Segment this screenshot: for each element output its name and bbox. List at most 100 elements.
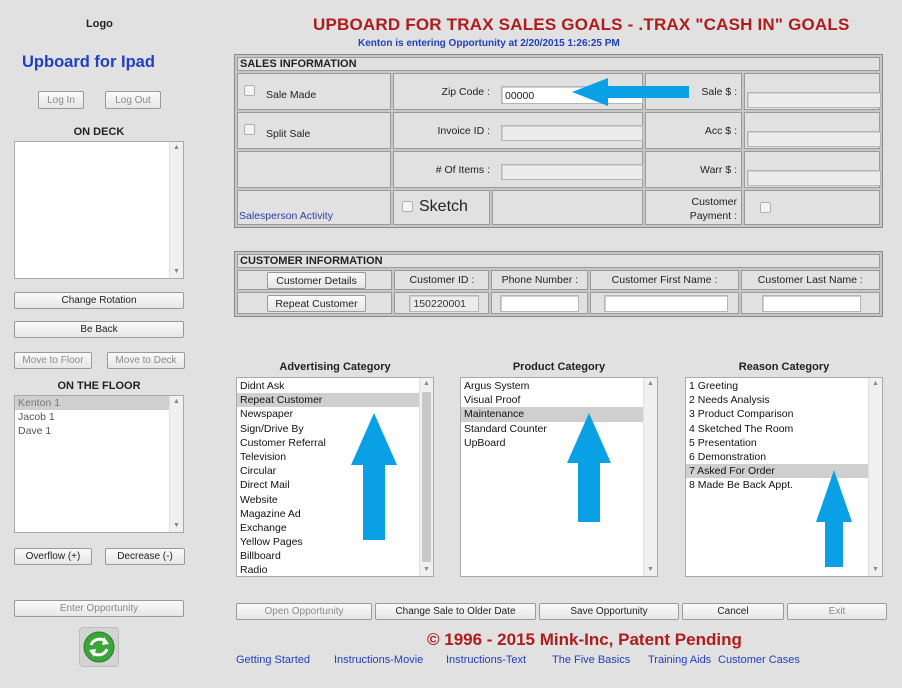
scroll-up-icon[interactable]: ▲ [869, 378, 882, 390]
change-date-button[interactable]: Change Sale to Older Date [375, 603, 536, 620]
warr-amount-cell [744, 151, 881, 188]
list-item[interactable]: 1 Greeting [686, 379, 868, 393]
scroll-up-icon[interactable]: ▲ [170, 396, 183, 408]
scroll-down-icon[interactable]: ▼ [644, 564, 657, 576]
customer-payment-label: Payment : [689, 210, 737, 222]
list-item[interactable]: 2 Needs Analysis [686, 393, 868, 407]
sale-made-checkbox[interactable] [244, 85, 255, 96]
customer-section-title: CUSTOMER INFORMATION [237, 254, 880, 268]
list-item[interactable]: Dave 1 [15, 424, 183, 438]
scroll-up-icon[interactable]: ▲ [644, 378, 657, 390]
sale-amount-input[interactable] [747, 92, 881, 108]
move-to-deck-button[interactable]: Move to Deck [107, 352, 185, 369]
decrease-button[interactable]: Decrease (-) [105, 548, 185, 565]
acc-amount-input[interactable] [747, 131, 881, 147]
on-floor-list[interactable]: Kenton 1 Jacob 1 Dave 1 ▲ ▼ [14, 395, 184, 533]
customer-details-cell: Customer Details [237, 270, 393, 290]
list-item[interactable]: UpBoard [461, 436, 643, 450]
move-to-floor-button[interactable]: Move to Floor [14, 352, 92, 369]
phone-number-input[interactable] [500, 295, 580, 312]
on-deck-list[interactable]: ▲ ▼ [14, 141, 184, 279]
scroll-up-icon[interactable]: ▲ [420, 378, 433, 390]
customer-details-button[interactable]: Customer Details [267, 272, 366, 289]
sales-section-title: SALES INFORMATION [237, 57, 880, 71]
list-item[interactable]: 4 Sketched The Room [686, 422, 868, 436]
scroll-down-icon[interactable]: ▼ [170, 520, 183, 532]
list-item[interactable]: 6 Demonstration [686, 450, 868, 464]
last-name-input[interactable] [761, 295, 861, 312]
items-count-input[interactable] [501, 164, 643, 180]
refresh-icon[interactable] [79, 627, 119, 667]
be-back-button[interactable]: Be Back [14, 321, 184, 338]
sketch-cell: Sketch [393, 190, 490, 225]
training-aids-link[interactable]: Training Aids [648, 654, 711, 666]
reason-category-list[interactable]: 1 Greeting 2 Needs Analysis 3 Product Comp… [685, 377, 883, 577]
list-item[interactable]: Billboard [237, 549, 419, 563]
sales-information-panel: SALES INFORMATION Sale Made Zip Code : 0… [234, 54, 883, 228]
cancel-button[interactable]: Cancel [682, 603, 784, 620]
scroll-down-icon[interactable]: ▼ [869, 564, 882, 576]
enter-opportunity-button[interactable]: Enter Opportunity [14, 600, 184, 617]
sale-amount-label: Sale $ : [701, 86, 737, 98]
five-basics-link[interactable]: The Five Basics [552, 654, 630, 666]
instructions-movie-link[interactable]: Instructions-Movie [334, 654, 423, 666]
warr-label-cell: Warr $ : [645, 151, 742, 188]
log-out-button[interactable]: Log Out [105, 91, 161, 109]
invoice-label: Invoice ID : [437, 125, 490, 137]
overflow-button[interactable]: Overflow (+) [14, 548, 92, 565]
list-item[interactable]: Visual Proof [461, 393, 643, 407]
open-opportunity-button[interactable]: Open Opportunity [236, 603, 372, 620]
empty-cell [492, 190, 643, 225]
arrow-left-icon [572, 78, 689, 106]
customer-id-input[interactable]: 150220001 [409, 295, 480, 312]
split-sale-checkbox[interactable] [244, 124, 255, 135]
customer-payment-checkbox[interactable] [760, 202, 771, 213]
scroll-thumb[interactable] [422, 392, 431, 562]
product-category-title: Product Category [512, 361, 606, 373]
arrow-up-icon [816, 470, 852, 567]
reason-scrollbar[interactable]: ▲ ▼ [868, 378, 882, 576]
product-scrollbar[interactable]: ▲ ▼ [643, 378, 657, 576]
list-item[interactable]: Didnt Ask [237, 379, 419, 393]
sketch-checkbox[interactable] [402, 201, 413, 212]
customer-cases-link[interactable]: Customer Cases [718, 654, 800, 666]
list-item[interactable]: Kenton 1 [15, 396, 183, 411]
sale-made-cell: Sale Made [237, 73, 391, 110]
app-name: Upboard for Ipad [22, 53, 155, 71]
product-category-list[interactable]: Argus System Visual Proof Maintenance Stand… [460, 377, 658, 577]
customer-payment-cell [744, 190, 880, 225]
salesperson-activity-cell: Salesperson Activity [237, 190, 391, 225]
acc-label-cell: Acc $ : [645, 112, 742, 149]
on-deck-title: ON DECK [73, 126, 125, 138]
scroll-up-icon[interactable]: ▲ [170, 142, 183, 154]
acc-amount-label: Acc $ : [704, 125, 737, 137]
copyright: © 1996 - 2015 Mink-Inc, Patent Pending [427, 630, 742, 649]
first-name-input[interactable] [604, 295, 729, 312]
advertising-scrollbar[interactable]: ▲ ▼ [419, 378, 433, 576]
list-item[interactable]: Radio [237, 563, 419, 576]
scroll-down-icon[interactable]: ▼ [420, 564, 433, 576]
exit-button[interactable]: Exit [787, 603, 887, 620]
scroll-down-icon[interactable]: ▼ [170, 266, 183, 278]
change-rotation-button[interactable]: Change Rotation [14, 292, 184, 309]
advertising-category-list[interactable]: Didnt Ask Repeat Customer Newspaper Sign/Dr… [236, 377, 434, 577]
salesperson-activity-link[interactable]: Salesperson Activity [239, 210, 333, 222]
invoice-id-input[interactable] [501, 125, 643, 141]
log-in-button[interactable]: Log In [38, 91, 84, 109]
repeat-customer-button[interactable]: Repeat Customer [267, 295, 366, 312]
save-opportunity-button[interactable]: Save Opportunity [539, 603, 679, 620]
getting-started-link[interactable]: Getting Started [236, 654, 310, 666]
warr-amount-input[interactable] [747, 170, 881, 186]
list-item[interactable]: 5 Presentation [686, 436, 868, 450]
instructions-text-link[interactable]: Instructions-Text [446, 654, 526, 666]
list-item[interactable]: Standard Counter [461, 422, 643, 436]
customer-id-cell: 150220001 [394, 292, 490, 314]
on-floor-scrollbar[interactable]: ▲ ▼ [169, 396, 183, 532]
list-item[interactable]: 3 Product Comparison [686, 407, 868, 421]
on-deck-scrollbar[interactable]: ▲ ▼ [169, 142, 183, 278]
customer-information-panel: CUSTOMER INFORMATION Customer Details Cu… [234, 251, 883, 317]
list-item[interactable]: Repeat Customer [237, 393, 419, 408]
list-item[interactable]: Maintenance [461, 407, 643, 422]
list-item[interactable]: Argus System [461, 379, 643, 393]
list-item[interactable]: Jacob 1 [15, 410, 183, 424]
